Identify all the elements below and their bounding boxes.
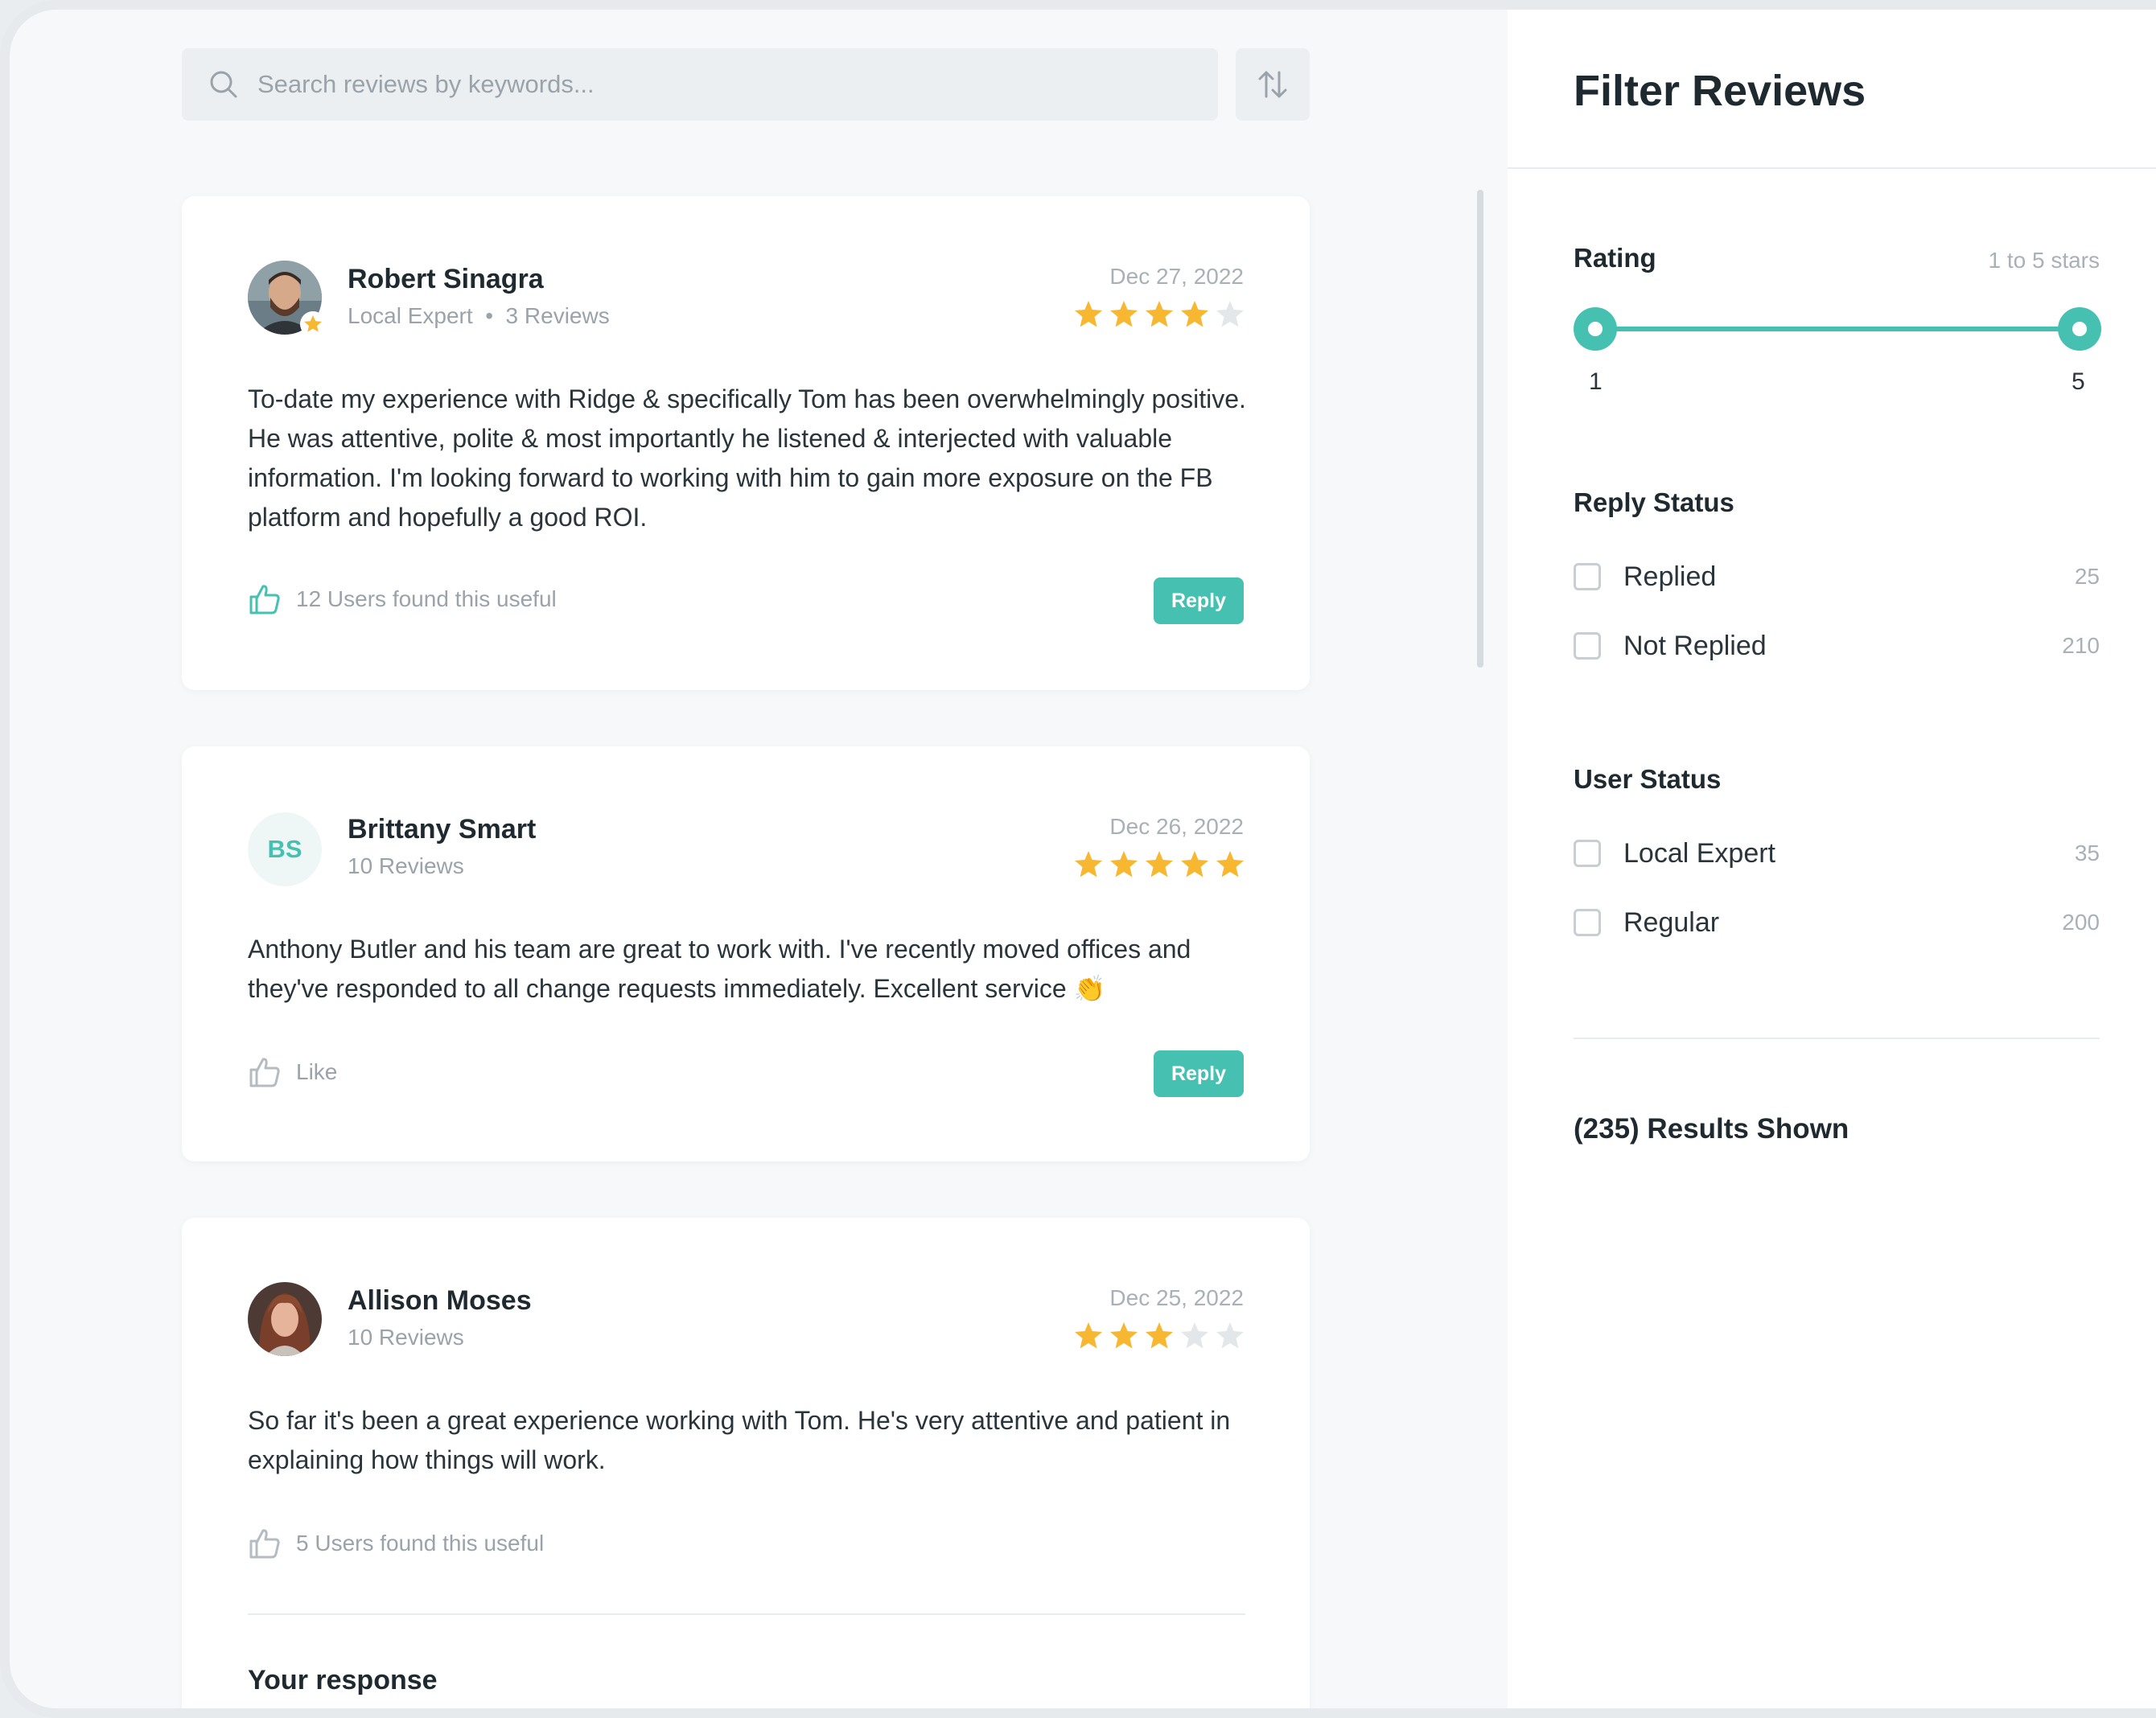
filter-option-regular[interactable]: Regular 200: [1574, 902, 2100, 943]
reviewer-name: Robert Sinagra: [348, 264, 544, 294]
star-filled-icon: [1075, 1322, 1102, 1349]
option-label: Replied: [1623, 561, 1717, 592]
star-filled-icon: [1146, 851, 1173, 877]
star-rating: [1073, 849, 1245, 880]
star-empty-icon: [1216, 1322, 1244, 1349]
review-text: Anthony Butler and his team are great to…: [248, 935, 1191, 1003]
star-filled-icon: [1075, 301, 1102, 327]
review-text: To-date my experience with Ridge & speci…: [248, 384, 1246, 532]
panel-title: Filter Reviews: [1574, 67, 1866, 115]
rating-slider-max-handle[interactable]: [2058, 307, 2101, 351]
star-filled-icon: [1181, 301, 1208, 327]
review-date: Dec 25, 2022: [1109, 1285, 1244, 1310]
option-count: 210: [2062, 633, 2100, 658]
avatar-initials: BS: [248, 812, 322, 886]
like-button[interactable]: Like: [248, 1055, 337, 1089]
option-label: Local Expert: [1623, 837, 1775, 869]
rating-hint: 1 to 5 stars: [1988, 248, 2100, 273]
search-icon: [210, 71, 237, 98]
filter-option-replied[interactable]: Replied 25: [1574, 557, 2100, 597]
star-rating: [1073, 1321, 1245, 1351]
reviewer-meta: 10 Reviews: [348, 1325, 464, 1350]
like-label: Like: [296, 1059, 338, 1084]
rating-min-label: 1: [1589, 368, 1603, 395]
app-frame: Search reviews by keywords... Robert Sin…: [0, 0, 2156, 1718]
star-filled-icon: [1146, 1322, 1173, 1349]
star-filled-icon: [1075, 851, 1102, 877]
option-label: Not Replied: [1623, 630, 1767, 661]
reviewer-meta: 10 Reviews: [348, 853, 464, 878]
rating-label: Rating: [1574, 243, 1656, 273]
rating-slider-track[interactable]: [1594, 327, 2080, 331]
useful-button[interactable]: 5 Users found this useful: [248, 1527, 544, 1560]
star-empty-icon: [1216, 301, 1244, 327]
sort-icon: [1258, 71, 1287, 98]
reply-status-label: Reply Status: [1574, 487, 1734, 517]
user-status-label: User Status: [1574, 764, 1722, 794]
filter-option-local-expert[interactable]: Local Expert 35: [1574, 833, 2100, 873]
reviewer-meta: Local Expert • 3 Reviews: [348, 303, 610, 328]
option-count: 25: [2074, 564, 2100, 589]
review-text: So far it's been a great experience work…: [248, 1406, 1231, 1474]
reply-button[interactable]: Reply: [1154, 1050, 1244, 1097]
filter-option-not-replied[interactable]: Not Replied 210: [1574, 626, 2100, 666]
option-label: Regular: [1623, 906, 1720, 938]
thumbs-up-icon: [249, 585, 280, 614]
scrollbar[interactable]: [1477, 190, 1483, 668]
review-card: Robert Sinagra Local Expert • 3 Reviews …: [182, 196, 1310, 690]
star-filled-icon: [1110, 301, 1138, 327]
useful-label: 12 Users found this useful: [296, 586, 557, 611]
avatar: [248, 1282, 322, 1356]
panel-divider: [1574, 1038, 2100, 1039]
checkbox-icon[interactable]: [1574, 563, 1601, 590]
header-divider: [1508, 167, 2156, 169]
reviews-column: Search reviews by keywords... Robert Sin…: [10, 10, 1508, 1708]
filter-panel: Filter Reviews Rating 1 to 5 stars 1 5 R…: [1508, 10, 2156, 1708]
sort-button[interactable]: [1236, 48, 1310, 121]
search-placeholder: Search reviews by keywords...: [257, 70, 595, 98]
review-card: BS Brittany Smart 10 Reviews Dec 26, 202…: [182, 746, 1310, 1161]
search-input[interactable]: Search reviews by keywords...: [182, 48, 1218, 121]
rating-max-label: 5: [2072, 368, 2085, 395]
star-filled-icon: [1110, 851, 1138, 877]
thumbs-up-icon: [249, 1529, 280, 1559]
response-title: Your response: [248, 1665, 438, 1695]
thumbs-up-icon: [249, 1058, 280, 1087]
review-date: Dec 26, 2022: [1109, 814, 1244, 839]
expert-badge-icon: [300, 311, 326, 337]
useful-button[interactable]: 12 Users found this useful: [248, 582, 557, 616]
star-filled-icon: [1216, 851, 1244, 877]
star-filled-icon: [1146, 301, 1173, 327]
star-empty-icon: [1181, 1322, 1208, 1349]
review-date: Dec 27, 2022: [1109, 264, 1244, 289]
checkbox-icon[interactable]: [1574, 909, 1601, 936]
reviewer-name: Brittany Smart: [348, 814, 537, 845]
option-count: 35: [2074, 841, 2100, 865]
star-rating: [1073, 299, 1245, 330]
checkbox-icon[interactable]: [1574, 840, 1601, 867]
reply-button[interactable]: Reply: [1154, 577, 1244, 624]
useful-label: 5 Users found this useful: [296, 1531, 545, 1556]
review-card: Allison Moses 10 Reviews Dec 25, 2022 So…: [182, 1218, 1310, 1708]
rating-slider-min-handle[interactable]: [1574, 307, 1617, 351]
star-filled-icon: [1110, 1322, 1138, 1349]
results-count: (235) Results Shown: [1574, 1113, 1849, 1145]
reviewer-name: Allison Moses: [348, 1285, 532, 1316]
option-count: 200: [2062, 910, 2100, 935]
star-filled-icon: [1181, 851, 1208, 877]
checkbox-icon[interactable]: [1574, 632, 1601, 660]
divider: [248, 1613, 1245, 1615]
